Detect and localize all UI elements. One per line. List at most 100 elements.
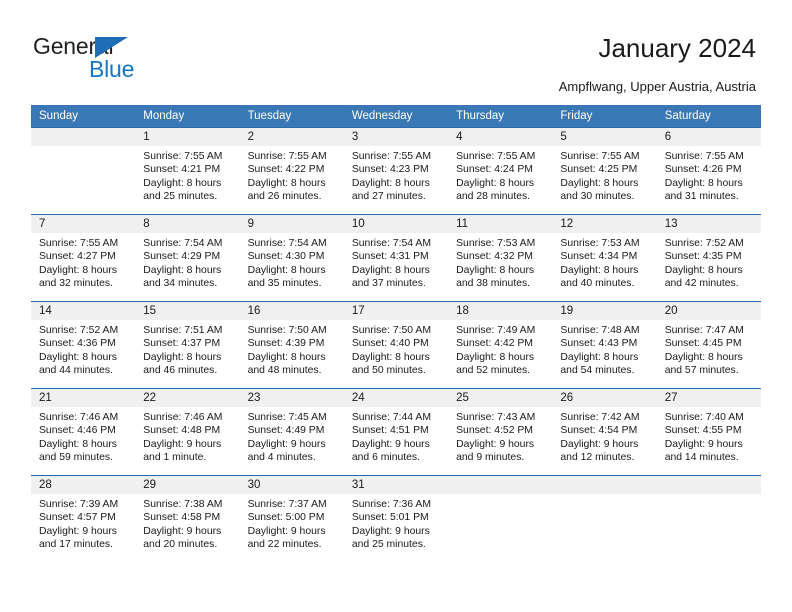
sunset-text: Sunset: 4:42 PM bbox=[456, 338, 533, 350]
daylight-text-line1: Daylight: 8 hours bbox=[456, 264, 535, 276]
day-cell[interactable]: 10 Sunrise: 7:54 AM Sunset: 4:31 PM Dayl… bbox=[343, 214, 449, 302]
day-cell[interactable]: 13 Sunrise: 7:52 AM Sunset: 4:35 PM Dayl… bbox=[656, 214, 761, 302]
day-cell[interactable]: 5 Sunrise: 7:55 AM Sunset: 4:25 PM Dayli… bbox=[552, 127, 657, 215]
calendar-week-row: 7 Sunrise: 7:55 AM Sunset: 4:27 PM Dayli… bbox=[31, 214, 761, 302]
day-cell[interactable]: 9 Sunrise: 7:54 AM Sunset: 4:30 PM Dayli… bbox=[239, 214, 344, 302]
sunset-text: Sunset: 5:00 PM bbox=[247, 512, 325, 524]
daylight-text-line1: Daylight: 9 hours bbox=[143, 525, 222, 537]
calendar-week-row: 14 Sunrise: 7:52 AM Sunset: 4:36 PM Dayl… bbox=[31, 301, 761, 389]
daylight-text-line1: Daylight: 9 hours bbox=[247, 525, 326, 537]
daylight-text-line2: and 25 minutes. bbox=[143, 191, 218, 203]
day-number: 7 bbox=[31, 215, 136, 233]
weekday-header-thursday: Thursday bbox=[448, 105, 553, 128]
sunrise-text: Sunrise: 7:40 AM bbox=[664, 412, 744, 423]
day-cell[interactable]: 18 Sunrise: 7:49 AM Sunset: 4:42 PM Dayl… bbox=[448, 301, 553, 389]
day-cell[interactable]: 1 Sunrise: 7:55 AM Sunset: 4:21 PM Dayli… bbox=[135, 127, 240, 215]
weekday-header-wednesday: Wednesday bbox=[343, 105, 449, 128]
sunset-text: Sunset: 4:57 PM bbox=[39, 512, 116, 524]
day-details: Sunrise: 7:55 AM Sunset: 4:25 PM Dayligh… bbox=[552, 146, 656, 204]
day-cell[interactable]: 16 Sunrise: 7:50 AM Sunset: 4:39 PM Dayl… bbox=[239, 301, 344, 389]
day-details: Sunrise: 7:45 AM Sunset: 4:49 PM Dayligh… bbox=[240, 407, 344, 465]
day-cell[interactable]: 22 Sunrise: 7:46 AM Sunset: 4:48 PM Dayl… bbox=[135, 388, 240, 476]
day-details: Sunrise: 7:55 AM Sunset: 4:24 PM Dayligh… bbox=[448, 146, 552, 204]
day-details: Sunrise: 7:52 AM Sunset: 4:36 PM Dayligh… bbox=[31, 320, 135, 378]
day-cell[interactable]: 28 Sunrise: 7:39 AM Sunset: 4:57 PM Dayl… bbox=[31, 475, 136, 562]
sunrise-text: Sunrise: 7:48 AM bbox=[560, 325, 640, 336]
daylight-text-line1: Daylight: 8 hours bbox=[351, 264, 430, 276]
day-number bbox=[448, 476, 553, 494]
day-number: 19 bbox=[552, 302, 657, 320]
general-blue-logo[interactable]: General Blue bbox=[33, 33, 223, 85]
sunrise-text: Sunrise: 7:55 AM bbox=[664, 151, 744, 162]
sunset-text: Sunset: 5:01 PM bbox=[351, 512, 429, 524]
day-cell[interactable]: 20 Sunrise: 7:47 AM Sunset: 4:45 PM Dayl… bbox=[656, 301, 761, 389]
day-cell[interactable]: 4 Sunrise: 7:55 AM Sunset: 4:24 PM Dayli… bbox=[448, 127, 553, 215]
daylight-text-line1: Daylight: 8 hours bbox=[351, 177, 430, 189]
day-cell bbox=[552, 475, 657, 562]
day-details: Sunrise: 7:49 AM Sunset: 4:42 PM Dayligh… bbox=[448, 320, 552, 378]
calendar-week-row: 21 Sunrise: 7:46 AM Sunset: 4:46 PM Dayl… bbox=[31, 388, 761, 476]
weekday-header-saturday: Saturday bbox=[656, 105, 761, 128]
page-header: General Blue January 2024 Ampflwang, Upp… bbox=[0, 0, 792, 100]
sunset-text: Sunset: 4:54 PM bbox=[560, 425, 638, 437]
sunrise-text: Sunrise: 7:39 AM bbox=[39, 499, 119, 510]
day-details: Sunrise: 7:36 AM Sunset: 5:01 PM Dayligh… bbox=[344, 494, 448, 552]
day-number: 10 bbox=[343, 215, 449, 233]
day-cell[interactable]: 29 Sunrise: 7:38 AM Sunset: 4:58 PM Dayl… bbox=[135, 475, 240, 562]
sunset-text: Sunset: 4:27 PM bbox=[39, 251, 116, 263]
sunrise-text: Sunrise: 7:52 AM bbox=[39, 325, 119, 336]
sunset-text: Sunset: 4:55 PM bbox=[664, 425, 742, 437]
day-cell[interactable]: 6 Sunrise: 7:55 AM Sunset: 4:26 PM Dayli… bbox=[656, 127, 761, 215]
day-number: 2 bbox=[239, 128, 344, 146]
day-details: Sunrise: 7:40 AM Sunset: 4:55 PM Dayligh… bbox=[657, 407, 761, 465]
calendar-header-row: Sunday Monday Tuesday Wednesday Thursday… bbox=[31, 105, 761, 128]
daylight-text-line1: Daylight: 8 hours bbox=[560, 177, 639, 189]
sunset-text: Sunset: 4:49 PM bbox=[247, 425, 325, 437]
day-cell[interactable]: 8 Sunrise: 7:54 AM Sunset: 4:29 PM Dayli… bbox=[135, 214, 240, 302]
sunset-text: Sunset: 4:45 PM bbox=[664, 338, 742, 350]
day-details: Sunrise: 7:54 AM Sunset: 4:30 PM Dayligh… bbox=[240, 233, 344, 291]
day-cell[interactable]: 17 Sunrise: 7:50 AM Sunset: 4:40 PM Dayl… bbox=[343, 301, 449, 389]
day-number: 27 bbox=[656, 389, 761, 407]
day-cell[interactable]: 2 Sunrise: 7:55 AM Sunset: 4:22 PM Dayli… bbox=[239, 127, 344, 215]
sunrise-text: Sunrise: 7:54 AM bbox=[143, 238, 223, 249]
sunset-text: Sunset: 4:46 PM bbox=[39, 425, 116, 437]
day-cell[interactable]: 21 Sunrise: 7:46 AM Sunset: 4:46 PM Dayl… bbox=[31, 388, 136, 476]
day-cell[interactable]: 25 Sunrise: 7:43 AM Sunset: 4:52 PM Dayl… bbox=[448, 388, 553, 476]
sunset-text: Sunset: 4:37 PM bbox=[143, 338, 221, 350]
day-cell[interactable]: 12 Sunrise: 7:53 AM Sunset: 4:34 PM Dayl… bbox=[552, 214, 657, 302]
daylight-text-line2: and 42 minutes. bbox=[664, 278, 739, 290]
day-cell[interactable]: 31 Sunrise: 7:36 AM Sunset: 5:01 PM Dayl… bbox=[343, 475, 449, 562]
sunrise-text: Sunrise: 7:51 AM bbox=[143, 325, 223, 336]
day-cell[interactable]: 23 Sunrise: 7:45 AM Sunset: 4:49 PM Dayl… bbox=[239, 388, 344, 476]
daylight-text-line1: Daylight: 8 hours bbox=[664, 351, 743, 363]
day-details: Sunrise: 7:55 AM Sunset: 4:21 PM Dayligh… bbox=[135, 146, 239, 204]
day-number bbox=[552, 476, 657, 494]
sunrise-text: Sunrise: 7:55 AM bbox=[143, 151, 223, 162]
daylight-text-line2: and 32 minutes. bbox=[39, 278, 113, 290]
day-cell[interactable]: 3 Sunrise: 7:55 AM Sunset: 4:23 PM Dayli… bbox=[343, 127, 449, 215]
day-cell[interactable]: 15 Sunrise: 7:51 AM Sunset: 4:37 PM Dayl… bbox=[135, 301, 240, 389]
sunset-text: Sunset: 4:25 PM bbox=[560, 164, 638, 176]
day-cell[interactable]: 30 Sunrise: 7:37 AM Sunset: 5:00 PM Dayl… bbox=[239, 475, 344, 562]
day-number bbox=[656, 476, 761, 494]
sunrise-text: Sunrise: 7:55 AM bbox=[247, 151, 327, 162]
day-details: Sunrise: 7:55 AM Sunset: 4:27 PM Dayligh… bbox=[31, 233, 135, 291]
calendar-grid: Sunday Monday Tuesday Wednesday Thursday… bbox=[31, 105, 761, 562]
day-cell[interactable]: 19 Sunrise: 7:48 AM Sunset: 4:43 PM Dayl… bbox=[552, 301, 657, 389]
day-number: 29 bbox=[135, 476, 240, 494]
day-cell[interactable]: 27 Sunrise: 7:40 AM Sunset: 4:55 PM Dayl… bbox=[656, 388, 761, 476]
day-details: Sunrise: 7:47 AM Sunset: 4:45 PM Dayligh… bbox=[657, 320, 761, 378]
day-cell[interactable]: 24 Sunrise: 7:44 AM Sunset: 4:51 PM Dayl… bbox=[343, 388, 449, 476]
day-number: 26 bbox=[552, 389, 657, 407]
sunset-text: Sunset: 4:26 PM bbox=[664, 164, 742, 176]
day-number: 28 bbox=[31, 476, 136, 494]
day-cell[interactable]: 26 Sunrise: 7:42 AM Sunset: 4:54 PM Dayl… bbox=[552, 388, 657, 476]
day-cell[interactable]: 11 Sunrise: 7:53 AM Sunset: 4:32 PM Dayl… bbox=[448, 214, 553, 302]
day-cell[interactable]: 14 Sunrise: 7:52 AM Sunset: 4:36 PM Dayl… bbox=[31, 301, 136, 389]
daylight-text-line2: and 20 minutes. bbox=[143, 539, 218, 551]
day-cell[interactable]: 7 Sunrise: 7:55 AM Sunset: 4:27 PM Dayli… bbox=[31, 214, 136, 302]
daylight-text-line1: Daylight: 8 hours bbox=[143, 177, 222, 189]
daylight-text-line1: Daylight: 8 hours bbox=[664, 177, 743, 189]
daylight-text-line2: and 28 minutes. bbox=[456, 191, 531, 203]
